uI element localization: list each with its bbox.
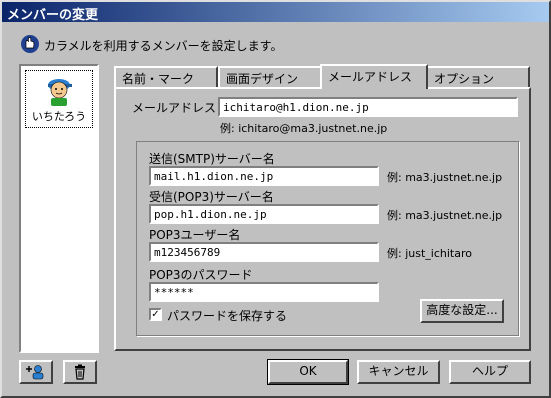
tab-screen-design[interactable]: 画面デザイン <box>218 66 322 87</box>
add-member-icon <box>26 365 44 380</box>
smtp-label: 送信(SMTP)サーバー名 <box>149 152 275 166</box>
save-password-checkbox[interactable]: ✓ <box>149 308 162 321</box>
member-name: いちたろう <box>31 110 87 123</box>
member-list[interactable]: いちたろう <box>19 64 99 353</box>
pop3-label: 受信(POP3)サーバー名 <box>149 190 274 204</box>
tab-label: 画面デザイン <box>226 72 299 86</box>
trash-icon <box>75 364 85 380</box>
tab-panel-mail: メールアドレス ichitaro@h1.dion.ne.jp 例: ichita… <box>114 87 531 351</box>
pop3-password-label: POP3のパスワード <box>149 268 253 282</box>
pop3-example: 例: ma3.justnet.ne.jp <box>387 209 503 222</box>
server-settings-group: 送信(SMTP)サーバー名 mail.h1.dion.ne.jp 例: ma3.… <box>136 141 519 336</box>
add-member-button[interactable] <box>19 360 53 384</box>
tab-label: 名前・マーク <box>122 72 195 86</box>
cancel-button[interactable]: キャンセル <box>357 360 440 384</box>
member-item[interactable]: いちたろう <box>25 70 93 128</box>
hint-text: カラメルを利用するメンバーを設定します。 <box>44 39 283 53</box>
save-password-label: パスワードを保存する <box>167 309 288 323</box>
tab-label: オプション <box>434 72 495 86</box>
pop3-password-input[interactable]: ****** <box>149 282 379 302</box>
window-title: メンバーの変更 <box>7 8 99 23</box>
advanced-settings-button[interactable]: 高度な設定... <box>420 299 504 323</box>
pop3-user-input[interactable]: m123456789 <box>149 242 379 262</box>
smtp-server-input[interactable]: mail.h1.dion.ne.jp <box>149 166 379 186</box>
tab-options[interactable]: オプション <box>426 66 530 87</box>
boy-avatar-icon <box>48 79 72 106</box>
help-button[interactable]: ヘルプ <box>449 360 531 384</box>
member-change-dialog: メンバーの変更 カラメルを利用するメンバーを設定します。 いちたろう 名前・マー… <box>0 0 551 398</box>
tab-label: メールアドレス <box>328 70 413 84</box>
delete-member-button[interactable] <box>63 360 97 384</box>
hand-pointer-icon <box>21 35 39 53</box>
mail-address-label: メールアドレス <box>132 101 217 115</box>
mail-address-example: 例: ichitaro@ma3.justnet.ne.jp <box>220 122 388 135</box>
tab-name-mark[interactable]: 名前・マーク <box>114 66 218 87</box>
smtp-example: 例: ma3.justnet.ne.jp <box>387 171 503 184</box>
pop3-user-example: 例: just_ichitaro <box>387 247 472 260</box>
pop3-server-input[interactable]: pop.h1.dion.ne.jp <box>149 204 379 224</box>
ok-button[interactable]: OK <box>267 359 349 385</box>
mail-address-input[interactable]: ichitaro@h1.dion.ne.jp <box>218 97 518 117</box>
tab-mail-address[interactable]: メールアドレス <box>320 64 428 89</box>
pop3-user-label: POP3ユーザー名 <box>149 228 241 242</box>
title-bar: メンバーの変更 <box>2 2 549 23</box>
